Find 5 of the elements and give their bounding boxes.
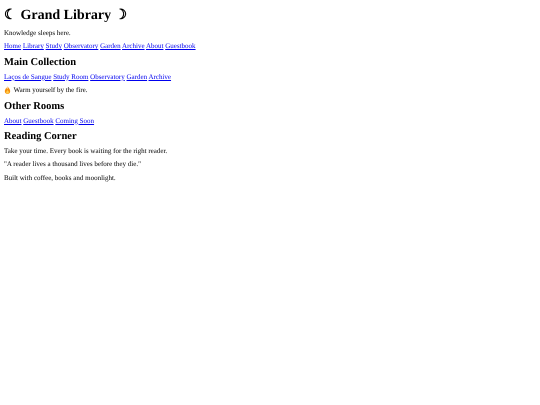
section-heading: Main Collection xyxy=(4,56,78,68)
fire-icon xyxy=(4,86,11,94)
section-heading: Reading Corner xyxy=(4,130,78,142)
site-title: ☾ Grand Library ☽ xyxy=(4,7,129,24)
section-heading: Other Rooms xyxy=(4,100,66,112)
